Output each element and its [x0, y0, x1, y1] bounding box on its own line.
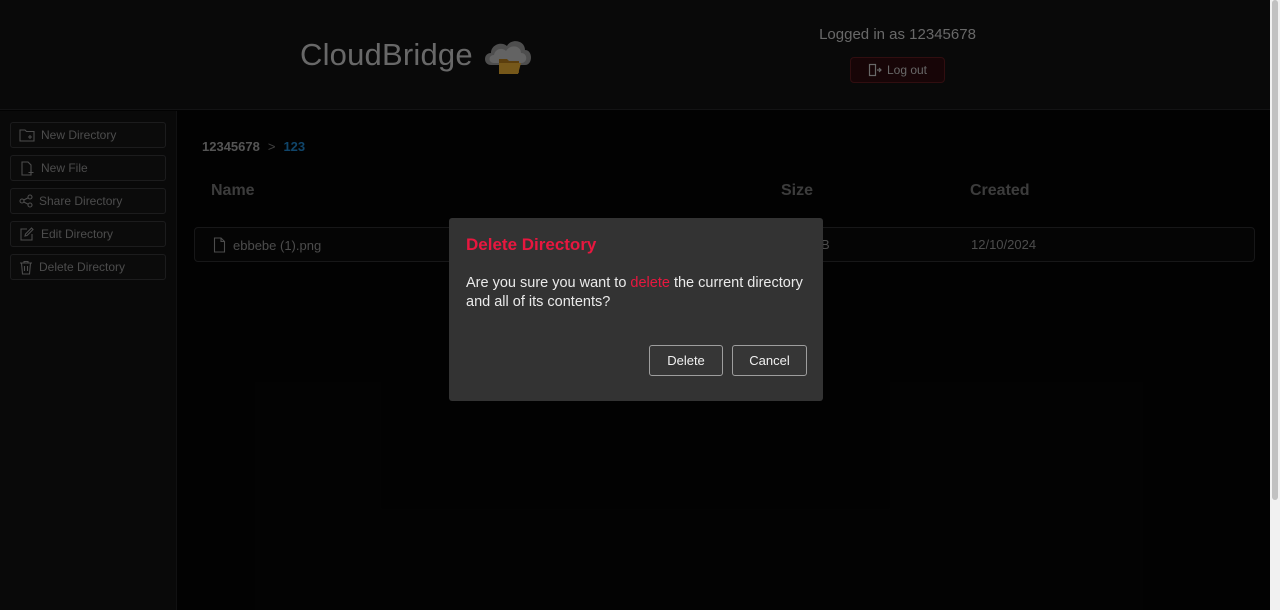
- app-page: CloudBridge Logged in as 12345678 Log ou…: [0, 0, 1280, 610]
- scrollbar-thumb[interactable]: [1272, 0, 1278, 500]
- dialog-message-start: Are you sure you want to: [466, 275, 631, 291]
- cancel-button[interactable]: Cancel: [732, 345, 807, 376]
- delete-directory-dialog: Delete Directory Are you sure you want t…: [449, 218, 823, 401]
- confirm-delete-button[interactable]: Delete: [649, 345, 723, 376]
- page-scrollbar[interactable]: [1270, 0, 1280, 610]
- dialog-message: Are you sure you want to delete the curr…: [466, 274, 806, 312]
- dialog-message-highlight: delete: [630, 275, 670, 291]
- dialog-title: Delete Directory: [466, 235, 597, 254]
